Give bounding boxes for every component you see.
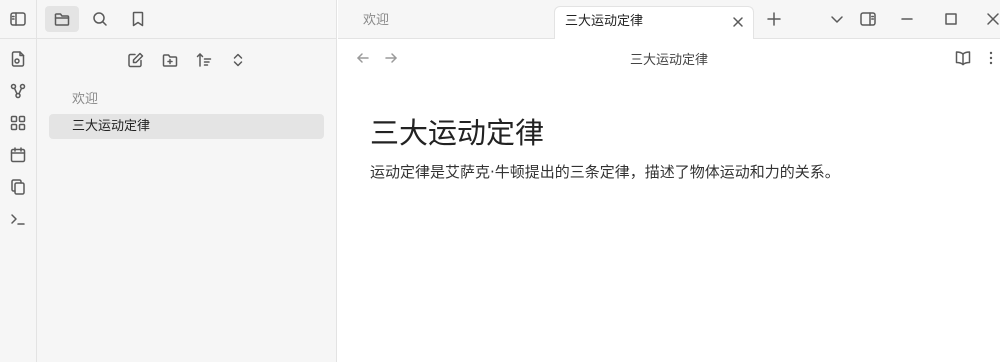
close-window-icon[interactable] <box>984 10 1000 28</box>
file-tree-item-laws-of-motion[interactable]: 三大运动定律 <box>49 114 324 139</box>
document-title[interactable]: 三大运动定律 <box>370 110 544 152</box>
search-tab[interactable] <box>83 6 117 32</box>
collapse-all-icon[interactable] <box>228 50 248 70</box>
sort-icon[interactable] <box>194 50 214 70</box>
new-folder-icon[interactable] <box>160 50 180 70</box>
new-tab-icon[interactable] <box>765 10 783 28</box>
document-body[interactable]: 运动定律是艾萨克·牛顿提出的三条定律，描述了物体运动和力的关系。 <box>370 161 840 182</box>
sidebar-toggle-icon[interactable] <box>6 7 30 31</box>
right-sidebar-toggle-icon[interactable] <box>859 10 877 28</box>
file-nav-actions <box>37 39 336 83</box>
command-palette-icon[interactable] <box>6 207 30 231</box>
minimize-window-icon[interactable] <box>898 10 916 28</box>
maximize-window-icon[interactable] <box>942 10 960 28</box>
file-tree-item-welcome[interactable]: 欢迎 <box>49 87 324 112</box>
daily-note-icon[interactable] <box>6 143 30 167</box>
files-icon <box>53 10 71 28</box>
search-icon <box>91 10 109 28</box>
reading-view-icon[interactable] <box>954 49 972 67</box>
sidebar-tab-bar <box>37 0 336 39</box>
more-options-icon[interactable] <box>982 49 1000 67</box>
view-header: 三大运动定律 <box>338 39 1000 77</box>
tab-bar: 欢迎 三大运动定律 <box>338 0 1000 39</box>
ribbon <box>0 0 37 362</box>
graph-view-icon[interactable] <box>6 79 30 103</box>
templates-icon[interactable] <box>6 175 30 199</box>
file-explorer-sidebar: 欢迎 三大运动定律 <box>37 0 337 362</box>
bookmark-icon <box>129 10 147 28</box>
view-header-title[interactable]: 三大运动定律 <box>338 49 1000 68</box>
new-note-icon[interactable] <box>126 50 146 70</box>
bookmarks-tab[interactable] <box>121 6 155 32</box>
ribbon-top <box>0 0 36 39</box>
new-file-icon[interactable] <box>6 47 30 71</box>
tab-list-dropdown-icon[interactable] <box>828 10 846 28</box>
files-tab[interactable] <box>45 6 79 32</box>
tab-welcome[interactable]: 欢迎 <box>338 6 548 39</box>
canvas-icon[interactable] <box>6 111 30 135</box>
tab-active-label: 三大运动定律 <box>565 14 644 29</box>
editor-pane[interactable]: 三大运动定律 运动定律是艾萨克·牛顿提出的三条定律，描述了物体运动和力的关系。 <box>338 77 1000 362</box>
tab-laws-of-motion[interactable]: 三大运动定律 <box>554 6 754 39</box>
close-tab-icon[interactable] <box>731 15 745 29</box>
file-tree: 欢迎 三大运动定律 <box>37 83 336 139</box>
tab-welcome-label: 欢迎 <box>363 13 390 28</box>
